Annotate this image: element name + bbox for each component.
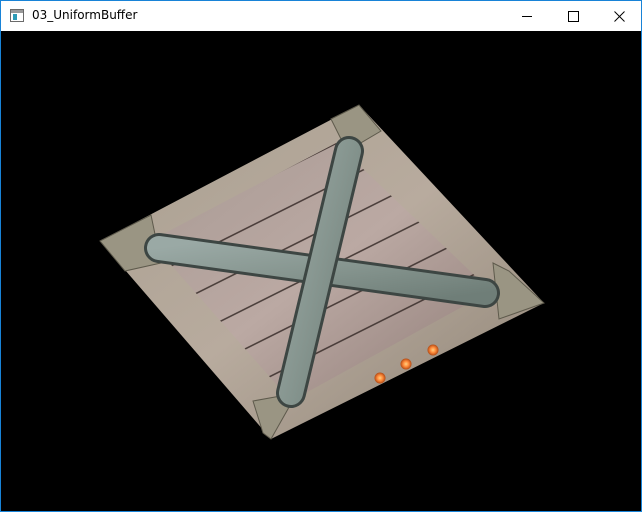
close-button[interactable] (596, 1, 642, 31)
close-icon (614, 11, 625, 22)
maximize-icon (568, 11, 579, 22)
crate-render (99, 104, 545, 440)
maximize-button[interactable] (550, 1, 596, 31)
title-bar[interactable]: 03_UniformBuffer (1, 1, 641, 31)
app-window-icon (10, 9, 24, 22)
render-viewport[interactable] (1, 31, 641, 511)
window-title: 03_UniformBuffer (32, 8, 138, 22)
minimize-button[interactable] (504, 1, 550, 31)
app-window: 03_UniformBuffer (0, 0, 642, 512)
minimize-icon (522, 16, 532, 17)
